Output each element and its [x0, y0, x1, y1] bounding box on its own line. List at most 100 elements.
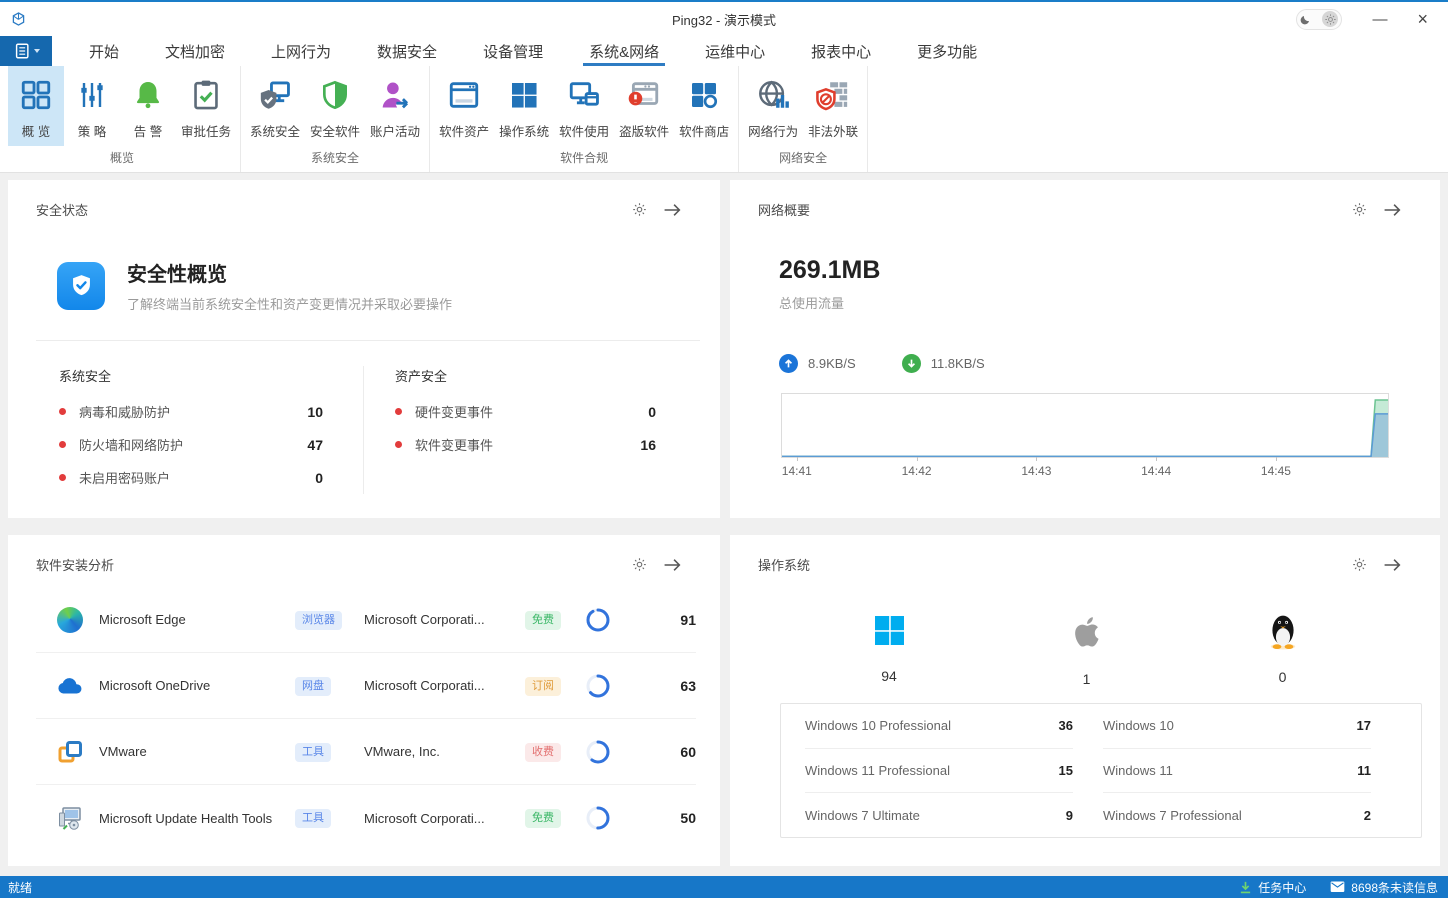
ribbon-group-label: 网络安全	[743, 146, 863, 172]
gear-icon[interactable]	[1352, 202, 1367, 217]
approval-clipboard-icon	[187, 75, 225, 115]
table-row: Windows 7 Professional 2	[1103, 793, 1371, 837]
ribbon-button-approval-tasks[interactable]: 审批任务	[176, 66, 236, 146]
install-ratio-ring	[585, 805, 611, 831]
minimize-button[interactable]: —	[1372, 12, 1387, 27]
download-speed: 11.8KB/S	[902, 354, 985, 373]
tab-more-features[interactable]: 更多功能	[894, 36, 1000, 66]
unread-messages-button[interactable]: 8698条未读信息	[1330, 879, 1438, 896]
onedrive-app-icon	[57, 673, 83, 699]
list-item[interactable]: 防火墙和网络防护 47	[59, 428, 323, 461]
arrow-right-icon[interactable]	[663, 558, 682, 572]
ribbon-button-software-store[interactable]: 软件商店	[674, 66, 734, 146]
ribbon-button-security-software[interactable]: 安全软件	[305, 66, 365, 146]
total-traffic-value: 269.1MB	[779, 256, 880, 285]
store-squares-icon	[685, 75, 723, 115]
tab-web-behavior[interactable]: 上网行为	[248, 36, 354, 66]
install-count: 60	[664, 744, 696, 760]
gear-icon[interactable]	[1352, 557, 1367, 572]
arrow-right-icon[interactable]	[663, 203, 682, 217]
ribbon-button-alerts[interactable]: 告 警	[120, 66, 176, 146]
ribbon-button-network-behavior[interactable]: 网络行为	[743, 66, 803, 146]
globe-chart-icon	[754, 75, 792, 115]
window-warning-icon	[625, 75, 663, 115]
tab-start[interactable]: 开始	[66, 36, 142, 66]
ribbon-button-illegal-connection[interactable]: 非法外联	[803, 66, 863, 146]
tab-ops-center[interactable]: 运维中心	[682, 36, 788, 66]
ribbon-button-pirated-software[interactable]: 盗版软件	[614, 66, 674, 146]
panel-title: 操作系统	[758, 555, 810, 574]
network-traffic-chart	[781, 393, 1389, 458]
category-badge: 工具	[295, 743, 331, 762]
table-row: Windows 10 Professional 36	[805, 704, 1073, 749]
install-count: 91	[664, 612, 696, 628]
gear-icon[interactable]	[632, 557, 647, 572]
price-badge: 免费	[525, 611, 561, 630]
ribbon-button-operating-system[interactable]: 操作系统	[494, 66, 554, 146]
ribbon-button-overview[interactable]: 概 览	[8, 66, 64, 146]
software-row-edge[interactable]: Microsoft Edge 浏览器 Microsoft Corporati..…	[36, 587, 696, 653]
red-dot-icon	[395, 408, 402, 415]
windows-logo-icon	[871, 612, 908, 654]
file-menu-button[interactable]	[0, 36, 52, 66]
dashboard-content: 安全状态 安全性概览 了解终端当前系统安全性和资产变更情况并采取必要操作	[0, 173, 1448, 876]
download-arrow-icon	[902, 354, 921, 373]
list-item[interactable]: 病毒和威胁防护 10	[59, 395, 323, 428]
chart-tick-label: 14:43	[1021, 464, 1051, 478]
install-ratio-ring	[585, 739, 611, 765]
install-ratio-ring	[585, 673, 611, 699]
file-menu-icon	[13, 42, 31, 60]
titlebar: Ping32 - 演示模式 — ×	[0, 2, 1448, 36]
list-item[interactable]: 未启用密码账户 0	[59, 461, 323, 494]
list-item[interactable]: 硬件变更事件 0	[395, 395, 656, 428]
panel-security-status: 安全状态 安全性概览 了解终端当前系统安全性和资产变更情况并采取必要操作	[8, 180, 720, 518]
red-dot-icon	[59, 441, 66, 448]
arrow-right-icon[interactable]	[1383, 558, 1402, 572]
theme-toggle[interactable]	[1296, 9, 1342, 30]
menu-tabbar: 开始 文档加密 上网行为 数据安全 设备管理 系统&网络 运维中心 报表中心 更…	[0, 36, 1448, 66]
install-ratio-ring	[585, 607, 611, 633]
arrow-right-icon[interactable]	[1383, 203, 1402, 217]
panel-network-summary: 网络概要 269.1MB 总使用流量 8.9KB/S	[730, 180, 1440, 518]
ribbon-button-software-assets[interactable]: 软件资产	[434, 66, 494, 146]
ribbon: 概 览 策 略 告 警	[0, 66, 1448, 173]
os-windows-summary: 94	[871, 612, 908, 687]
category-badge: 浏览器	[295, 611, 342, 630]
tab-data-security[interactable]: 数据安全	[354, 36, 460, 66]
ribbon-group-network-security: 网络行为 非法外联 网络安全	[743, 66, 868, 172]
task-center-button[interactable]: 任务中心	[1239, 879, 1306, 896]
ribbon-button-software-usage[interactable]: 软件使用	[554, 66, 614, 146]
sun-icon	[1322, 11, 1338, 27]
user-arrow-icon	[376, 75, 414, 115]
tab-device-management[interactable]: 设备管理	[460, 36, 566, 66]
ribbon-button-system-security[interactable]: 系统安全	[245, 66, 305, 146]
ribbon-button-account-activity[interactable]: 账户活动	[365, 66, 425, 146]
category-badge: 工具	[295, 809, 331, 828]
category-badge: 网盘	[295, 677, 331, 696]
tab-report-center[interactable]: 报表中心	[788, 36, 894, 66]
apple-logo-icon	[1069, 612, 1105, 657]
app-window-icon	[445, 75, 483, 115]
software-row-onedrive[interactable]: Microsoft OneDrive 网盘 Microsoft Corporat…	[36, 653, 696, 719]
ribbon-group-software-compliance: 软件资产 操作系统 软件使用	[434, 66, 739, 172]
ribbon-button-policy[interactable]: 策 略	[64, 66, 120, 146]
software-row-update-health-tools[interactable]: Microsoft Update Health Tools 工具 Microso…	[36, 785, 696, 851]
download-tray-icon	[1239, 881, 1252, 894]
table-row: Windows 10 17	[1103, 704, 1371, 749]
network-chart-svg	[782, 394, 1388, 457]
status-ready: 就绪	[0, 879, 32, 896]
tab-doc-encryption[interactable]: 文档加密	[142, 36, 248, 66]
list-item[interactable]: 软件变更事件 16	[395, 428, 656, 461]
shield-monitor-icon	[256, 75, 294, 115]
gear-icon[interactable]	[632, 202, 647, 217]
software-row-vmware[interactable]: VMware 工具 VMware, Inc. 收费 60	[36, 719, 696, 785]
close-button[interactable]: ×	[1417, 10, 1428, 28]
security-overview-subtitle: 了解终端当前系统安全性和资产变更情况并采取必要操作	[127, 294, 452, 313]
table-row: Windows 11 Professional 15	[805, 749, 1073, 794]
tab-system-network[interactable]: 系统&网络	[566, 36, 682, 66]
message-icon	[1330, 881, 1345, 893]
security-overview-title: 安全性概览	[127, 258, 452, 287]
ribbon-group-system-security: 系统安全 安全软件 账户活动 系统安全	[245, 66, 430, 172]
caret-down-icon	[34, 49, 40, 53]
security-shield-icon	[57, 262, 105, 310]
